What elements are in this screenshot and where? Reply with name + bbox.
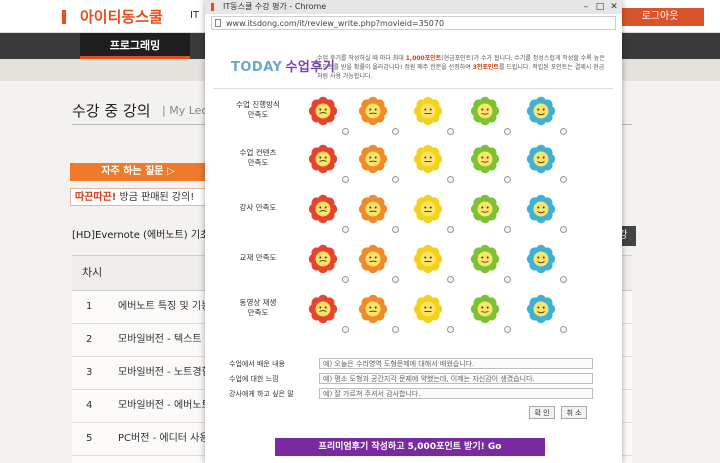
rating-question-label: 교재 만족도 <box>239 253 277 262</box>
learned-input[interactable] <box>319 358 593 369</box>
close-icon[interactable]: ✕ <box>608 0 620 14</box>
dissatisfied-flower-icon[interactable] <box>358 96 388 126</box>
maximize-icon[interactable]: □ <box>594 0 606 14</box>
dissatisfied-flower-icon[interactable] <box>358 244 388 274</box>
satisfied-flower-icon[interactable] <box>470 144 500 174</box>
rating-row: 교재 만족도 <box>213 244 613 296</box>
header-no: 차시 <box>82 266 103 279</box>
url-text: www.itsdong.com/it/review_write.php?movi… <box>226 19 445 28</box>
rating-radio-neutral[interactable] <box>447 128 454 135</box>
logo-icon <box>62 10 76 24</box>
site-logo[interactable]: 아이티동스쿨 <box>62 6 163 27</box>
rating-radio-very-satisfied[interactable] <box>560 128 567 135</box>
rating-radio-very-dissatisfied[interactable] <box>342 176 349 183</box>
rating-radio-very-satisfied[interactable] <box>560 276 567 283</box>
event-banner[interactable]: 따끈따끈! 방금 판매된 강의! <box>70 188 206 206</box>
rating-radio-very-dissatisfied[interactable] <box>342 276 349 283</box>
rating-radio-very-dissatisfied[interactable] <box>342 226 349 233</box>
comment-label: 수업에 대한 느낌 <box>229 375 279 383</box>
rating-radio-dissatisfied[interactable] <box>392 326 399 333</box>
neutral-flower-icon[interactable] <box>413 294 443 324</box>
rating-radio-satisfied[interactable] <box>504 276 511 283</box>
rating-radio-neutral[interactable] <box>447 276 454 283</box>
satisfied-flower-icon[interactable] <box>470 194 500 224</box>
rating-radio-very-dissatisfied[interactable] <box>342 326 349 333</box>
window-title: IT동스쿨 수강 평가 - Chrome <box>223 2 327 11</box>
neutral-flower-icon[interactable] <box>413 194 443 224</box>
rating-radio-satisfied[interactable] <box>504 176 511 183</box>
neutral-flower-icon[interactable] <box>413 244 443 274</box>
rating-question-label: 동영상 재생 만족도 <box>239 298 277 317</box>
address-bar[interactable]: www.itsdong.com/it/review_write.php?movi… <box>211 16 616 30</box>
very-satisfied-flower-icon[interactable] <box>526 194 556 224</box>
logout-button[interactable]: 로그아웃 <box>616 8 704 26</box>
rating-radio-satisfied[interactable] <box>504 326 511 333</box>
very-dissatisfied-flower-icon[interactable] <box>308 96 338 126</box>
nav-item-programming[interactable]: 프로그래밍 <box>80 33 190 59</box>
dissatisfied-flower-icon[interactable] <box>358 294 388 324</box>
premium-review-button[interactable]: 프리미엄후기 작성하고 5,000포인트 받기! Go <box>275 438 545 456</box>
faq-button[interactable]: 자주 하는 질문 ▷ <box>70 163 206 181</box>
very-satisfied-flower-icon[interactable] <box>526 144 556 174</box>
rating-radio-dissatisfied[interactable] <box>392 226 399 233</box>
rating-question-label: 수업 진행방식 만족도 <box>236 100 280 119</box>
rating-radio-dissatisfied[interactable] <box>392 276 399 283</box>
site-favicon-icon <box>211 3 220 11</box>
neutral-flower-icon[interactable] <box>413 96 443 126</box>
very-dissatisfied-flower-icon[interactable] <box>308 144 338 174</box>
satisfied-flower-icon[interactable] <box>470 294 500 324</box>
very-dissatisfied-flower-icon[interactable] <box>308 244 338 274</box>
feeling-input[interactable] <box>319 373 593 384</box>
neutral-flower-icon[interactable] <box>413 144 443 174</box>
message-input[interactable] <box>319 388 593 399</box>
dissatisfied-flower-icon[interactable] <box>358 194 388 224</box>
rating-radio-dissatisfied[interactable] <box>392 176 399 183</box>
rating-question-label: 수업 컨텐츠 만족도 <box>239 148 277 167</box>
page-icon <box>215 19 221 27</box>
rating-radio-dissatisfied[interactable] <box>392 128 399 135</box>
rating-row: 강사 만족도 <box>213 194 613 246</box>
page-title: 수강 중 강의 <box>72 102 151 120</box>
very-satisfied-flower-icon[interactable] <box>526 96 556 126</box>
very-dissatisfied-flower-icon[interactable] <box>308 294 338 324</box>
very-dissatisfied-flower-icon[interactable] <box>308 194 338 224</box>
confirm-button[interactable]: 확 인 <box>529 406 555 419</box>
review-header: TODAY 수업후기 수업 후기를 작성하실 때 마다 최대 1,000포인트(현… <box>213 44 613 89</box>
satisfied-flower-icon[interactable] <box>470 96 500 126</box>
rating-radio-very-dissatisfied[interactable] <box>342 128 349 135</box>
rating-radio-very-satisfied[interactable] <box>560 326 567 333</box>
it-link[interactable]: IT <box>190 10 199 21</box>
rating-radio-very-satisfied[interactable] <box>560 226 567 233</box>
comment-row-message: 강사에게 하고 싶은 말 <box>213 388 613 400</box>
cancel-button[interactable]: 취 소 <box>561 406 587 419</box>
rating-row: 수업 컨텐츠 만족도 <box>213 144 613 196</box>
review-form: TODAY 수업후기 수업 후기를 작성하실 때 마다 최대 1,000포인트(현… <box>213 34 613 463</box>
comment-label: 강사에게 하고 싶은 말 <box>229 390 294 398</box>
rating-radio-neutral[interactable] <box>447 176 454 183</box>
rating-question-label: 강사 만족도 <box>239 203 277 212</box>
very-satisfied-flower-icon[interactable] <box>526 294 556 324</box>
dissatisfied-flower-icon[interactable] <box>358 144 388 174</box>
very-satisfied-flower-icon[interactable] <box>526 244 556 274</box>
review-intro-text: 수업 후기를 작성하실 때 마다 최대 1,000포인트(현금포인트)가 수가 … <box>317 55 605 80</box>
review-popup-window: IT동스쿨 수강 평가 - Chrome – □ ✕ www.itsdong.c… <box>205 0 622 463</box>
rating-row: 수업 진행방식 만족도 <box>213 96 613 148</box>
comment-label: 수업에서 배운 내용 <box>229 360 285 368</box>
rating-radio-very-satisfied[interactable] <box>560 176 567 183</box>
comment-row-feeling: 수업에 대한 느낌 <box>213 373 613 385</box>
minimize-icon[interactable]: – <box>580 0 592 14</box>
rating-radio-neutral[interactable] <box>447 326 454 333</box>
rating-radio-satisfied[interactable] <box>504 128 511 135</box>
rating-row: 동영상 재생 만족도 <box>213 294 613 346</box>
rating-radio-neutral[interactable] <box>447 226 454 233</box>
window-titlebar[interactable]: IT동스쿨 수강 평가 - Chrome – □ ✕ <box>205 0 622 14</box>
rating-radio-satisfied[interactable] <box>504 226 511 233</box>
satisfied-flower-icon[interactable] <box>470 244 500 274</box>
comment-row-learned: 수업에서 배운 내용 <box>213 358 613 370</box>
